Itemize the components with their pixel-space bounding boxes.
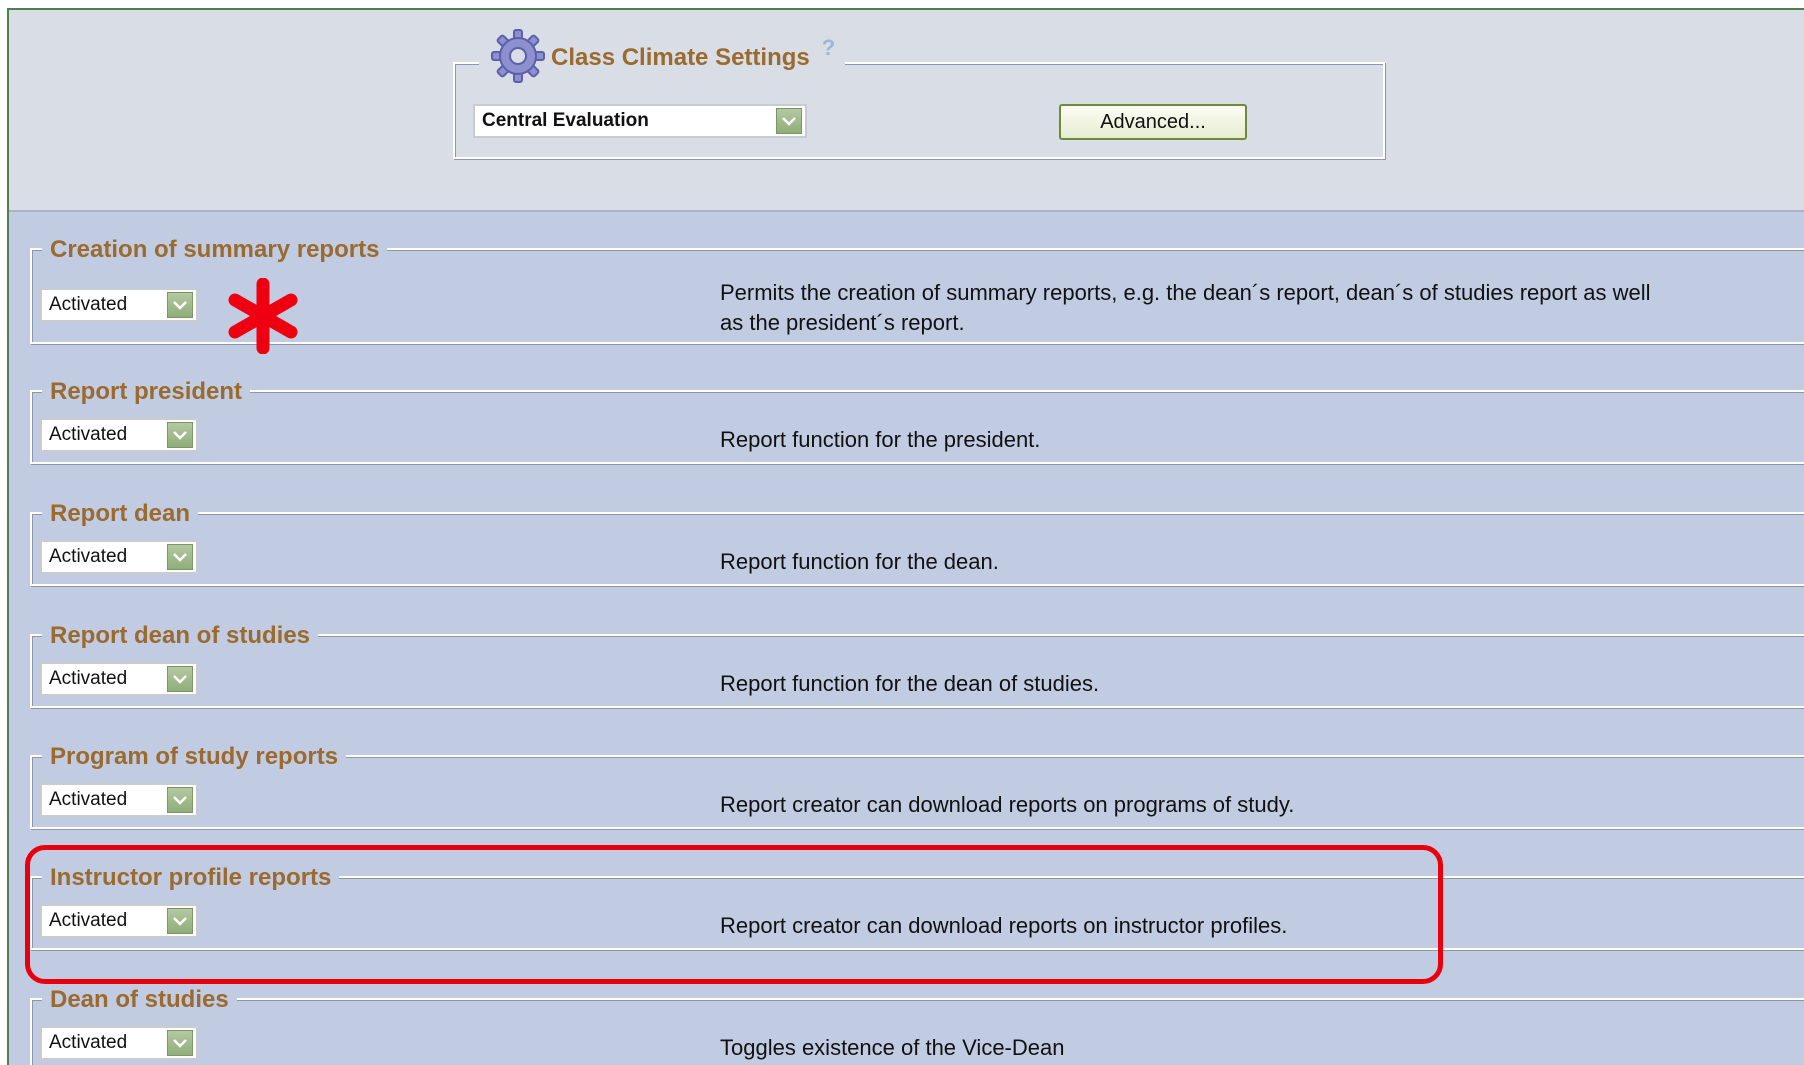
settings-window: Class Climate Settings ? Central Evaluat… (7, 8, 1804, 1065)
activation-select[interactable]: Activated (40, 540, 198, 574)
activation-value: Activated (49, 789, 128, 810)
row-title: Creation of summary reports (42, 236, 388, 264)
row-description: Report creator can download reports on i… (720, 913, 1288, 938)
row-title: Dean of studies (42, 986, 237, 1014)
activation-select[interactable]: Activated (40, 662, 198, 696)
activation-select[interactable]: Activated (40, 1026, 198, 1060)
row-description-line: Permits the creation of summary reports,… (720, 280, 1651, 305)
help-icon[interactable]: ? (822, 35, 835, 61)
chevron-down-icon[interactable] (167, 787, 193, 813)
row-description: Permits the creation of summary reports,… (720, 278, 1651, 338)
activation-select[interactable]: Activated (40, 904, 198, 938)
chevron-down-icon[interactable] (167, 422, 193, 448)
chevron-down-icon[interactable] (167, 292, 193, 318)
activation-value: Activated (49, 910, 128, 931)
chevron-down-icon[interactable] (167, 666, 193, 692)
asterisk-annotation (225, 277, 301, 359)
evaluation-mode-select[interactable]: Central Evaluation (473, 104, 807, 138)
activation-select[interactable]: Activated (40, 418, 198, 452)
row-title: Program of study reports (42, 743, 347, 771)
row-title: Report dean of studies (42, 622, 319, 650)
advanced-button[interactable]: Advanced... (1059, 104, 1247, 140)
evaluation-mode-value: Central Evaluation (482, 110, 649, 131)
row-description: Report function for the president. (720, 427, 1041, 452)
activation-value: Activated (49, 668, 128, 689)
activation-value: Activated (49, 1032, 128, 1053)
row-description: Report function for the dean. (720, 549, 999, 574)
row-title: Report dean (42, 500, 199, 528)
chevron-down-icon[interactable] (167, 544, 193, 570)
chevron-down-icon[interactable] (167, 908, 193, 934)
row-title: Instructor profile reports (42, 864, 340, 892)
row-description-line: as the president´s report. (720, 310, 965, 335)
settings-header-band: Class Climate Settings ? Central Evaluat… (9, 10, 1804, 212)
row-description: Report function for the dean of studies. (720, 671, 1100, 696)
class-climate-settings-group: Class Climate Settings ? Central Evaluat… (453, 28, 1385, 159)
chevron-down-icon[interactable] (167, 1030, 193, 1056)
gear-icon (489, 27, 547, 90)
activation-value: Activated (49, 546, 128, 567)
row-title: Report president (42, 378, 251, 406)
row-description: Report creator can download reports on p… (720, 792, 1295, 817)
activation-value: Activated (49, 424, 128, 445)
activation-select[interactable]: Activated (40, 783, 198, 817)
chevron-down-icon[interactable] (776, 108, 802, 134)
row-description: Toggles existence of the Vice-Dean (720, 1035, 1065, 1060)
activation-value: Activated (49, 294, 128, 315)
settings-title: Class Climate Settings (551, 44, 810, 71)
activation-select[interactable]: Activated (40, 288, 198, 322)
settings-legend: Class Climate Settings ? (479, 28, 846, 86)
